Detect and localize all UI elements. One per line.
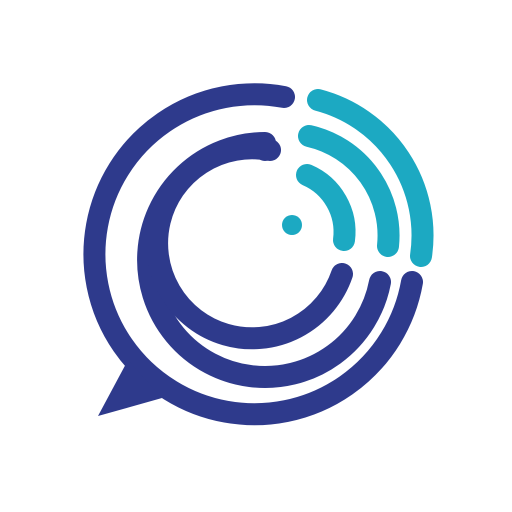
signal-dot xyxy=(282,215,302,235)
logo-canvas xyxy=(0,0,512,512)
signal-wave-inner xyxy=(296,164,356,251)
chat-bubble-signal-logo-icon xyxy=(83,83,434,426)
